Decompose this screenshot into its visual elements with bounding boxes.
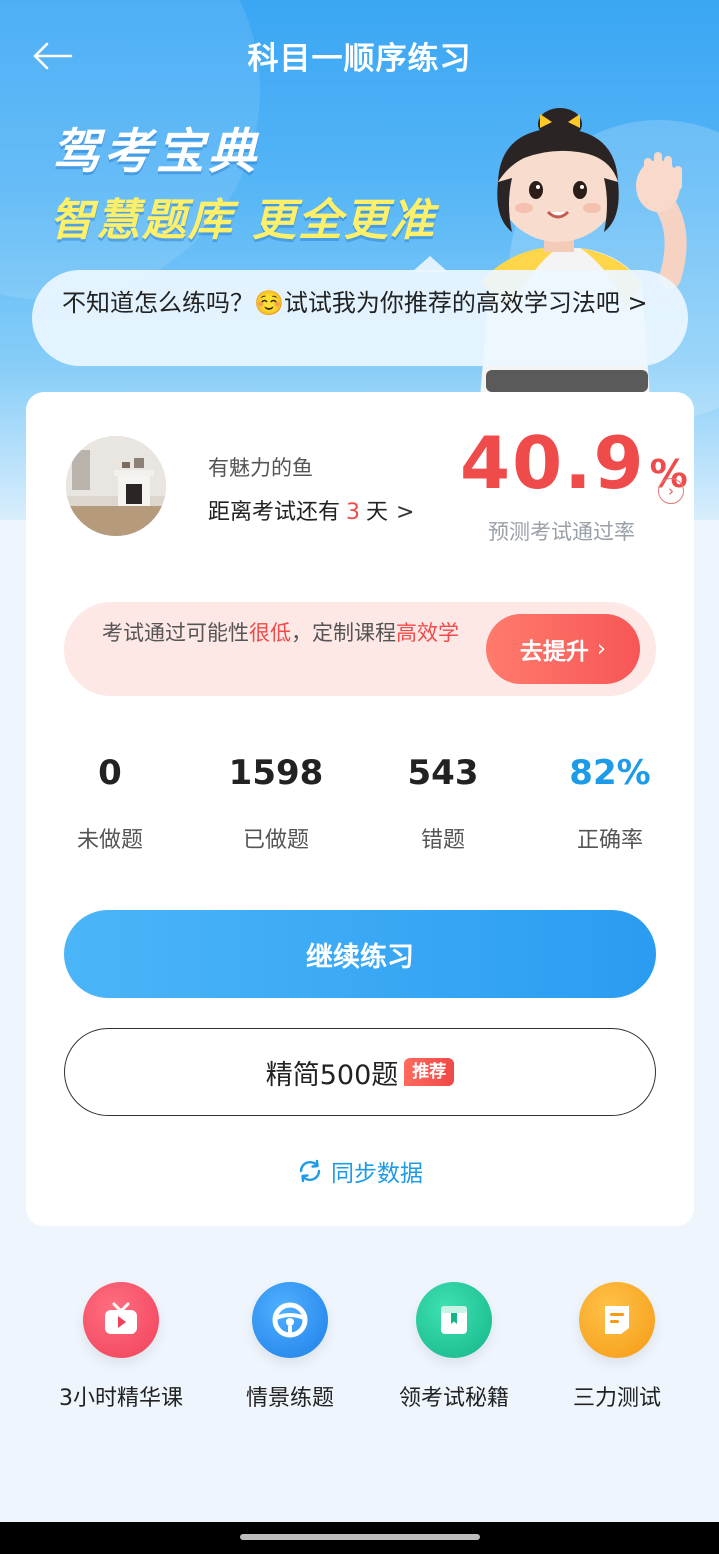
- sync-data-label: 同步数据: [331, 1161, 423, 1187]
- sync-icon: [299, 1159, 321, 1183]
- quick-link-scenario-practice[interactable]: 情景练题: [200, 1282, 380, 1412]
- stat-label: 已做题: [242, 828, 309, 853]
- pass-rate-label: 预测考试通过率: [488, 520, 635, 544]
- avatar[interactable]: [66, 436, 166, 536]
- steering-wheel-icon: [252, 1282, 328, 1358]
- promo-text-c: ，定制课程: [291, 621, 396, 645]
- stat-value: 543: [407, 753, 479, 793]
- home-gesture-handle[interactable]: [240, 1534, 480, 1540]
- pass-rate-value: 40.9: [460, 421, 646, 505]
- study-tip-bubble[interactable]: 不知道怎么练吗？☺️试试我为你推荐的高效学习法吧 >: [32, 270, 688, 366]
- banner-slogan: 智慧题库 更全更准: [50, 184, 436, 248]
- username: 有魅力的鱼: [208, 456, 313, 480]
- recommend-badge: 推荐: [404, 1058, 455, 1086]
- exam-countdown[interactable]: 距离考试还有 3 天 >: [208, 494, 414, 526]
- quick-link-essential-course[interactable]: 3小时精华课: [31, 1282, 211, 1412]
- simplified-500-button[interactable]: 精简500题 推荐: [64, 1028, 656, 1116]
- chevron-circle-right-icon[interactable]: ›: [658, 478, 684, 504]
- stat-label: 错题: [420, 828, 465, 853]
- banner-slogan-part2: 更全更准: [252, 195, 436, 246]
- improve-button-label: 去提升: [519, 639, 589, 665]
- play-video-icon: [83, 1282, 159, 1358]
- quick-link-three-ability-test[interactable]: 三力测试: [527, 1282, 707, 1412]
- banner-slogan-part1: 智慧题库: [50, 195, 234, 246]
- stat-label: 未做题: [76, 828, 143, 853]
- system-nav-bar: [0, 1522, 719, 1554]
- countdown-suffix: 天: [366, 500, 389, 525]
- countdown-prefix: 距离考试还有: [208, 500, 341, 525]
- chevron-right-icon: >: [396, 500, 415, 525]
- document-icon: [579, 1282, 655, 1358]
- arrow-left-icon: [33, 42, 73, 70]
- simplified-500-label: 精简500题: [265, 1059, 399, 1091]
- stats-row: 0 未做题 1598 已做题 543 错题 82% 正确率: [26, 750, 694, 870]
- stat-undone[interactable]: 0 未做题: [26, 750, 194, 854]
- avatar-image: [66, 436, 166, 536]
- stat-accuracy[interactable]: 82% 正确率: [526, 750, 694, 854]
- stat-value: 82%: [569, 753, 651, 793]
- promo-text: 考试通过可能性很低，定制课程高效学: [102, 618, 472, 649]
- chevron-right-icon: ›: [596, 636, 607, 662]
- quick-link-exam-guide[interactable]: 领考试秘籍: [364, 1282, 544, 1412]
- stat-label: 正确率: [576, 828, 643, 853]
- improve-promo: 考试通过可能性很低，定制课程高效学 去提升 ›: [64, 602, 656, 696]
- quick-link-label: 领考试秘籍: [398, 1386, 509, 1411]
- improve-button[interactable]: 去提升 ›: [486, 614, 640, 684]
- countdown-days: 3: [346, 500, 361, 525]
- quick-link-label: 三力测试: [572, 1386, 661, 1411]
- continue-practice-button[interactable]: 继续练习: [64, 910, 656, 998]
- quick-link-label: 3小时精华课: [59, 1386, 183, 1411]
- book-icon: [416, 1282, 492, 1358]
- promo-text-highlight: 高效学: [396, 621, 459, 645]
- banner-brand-title: 驾考宝典: [52, 124, 261, 180]
- promo-text-highlight: 很低: [249, 621, 291, 645]
- pass-rate[interactable]: 40.9 %: [460, 422, 688, 504]
- stat-value: 0: [98, 753, 122, 793]
- sync-data-link[interactable]: 同步数据: [26, 1154, 694, 1188]
- top-bar: 科目一顺序练习: [0, 20, 719, 90]
- stat-value: 1598: [228, 753, 324, 793]
- quick-link-label: 情景练题: [245, 1386, 334, 1411]
- promo-text-a: 考试通过可能性: [102, 621, 249, 645]
- progress-card: 有魅力的鱼 距离考试还有 3 天 > 40.9 % › 预测考试通过率 考试通过可能性…: [26, 392, 694, 1226]
- stat-wrong[interactable]: 543 错题: [359, 750, 527, 854]
- quick-links: 3小时精华课 情景练题 领考试秘籍 三力测试: [0, 1282, 719, 1422]
- page-title: 科目一顺序练习: [247, 40, 472, 77]
- stat-done[interactable]: 1598 已做题: [192, 750, 360, 854]
- back-button[interactable]: [28, 36, 76, 76]
